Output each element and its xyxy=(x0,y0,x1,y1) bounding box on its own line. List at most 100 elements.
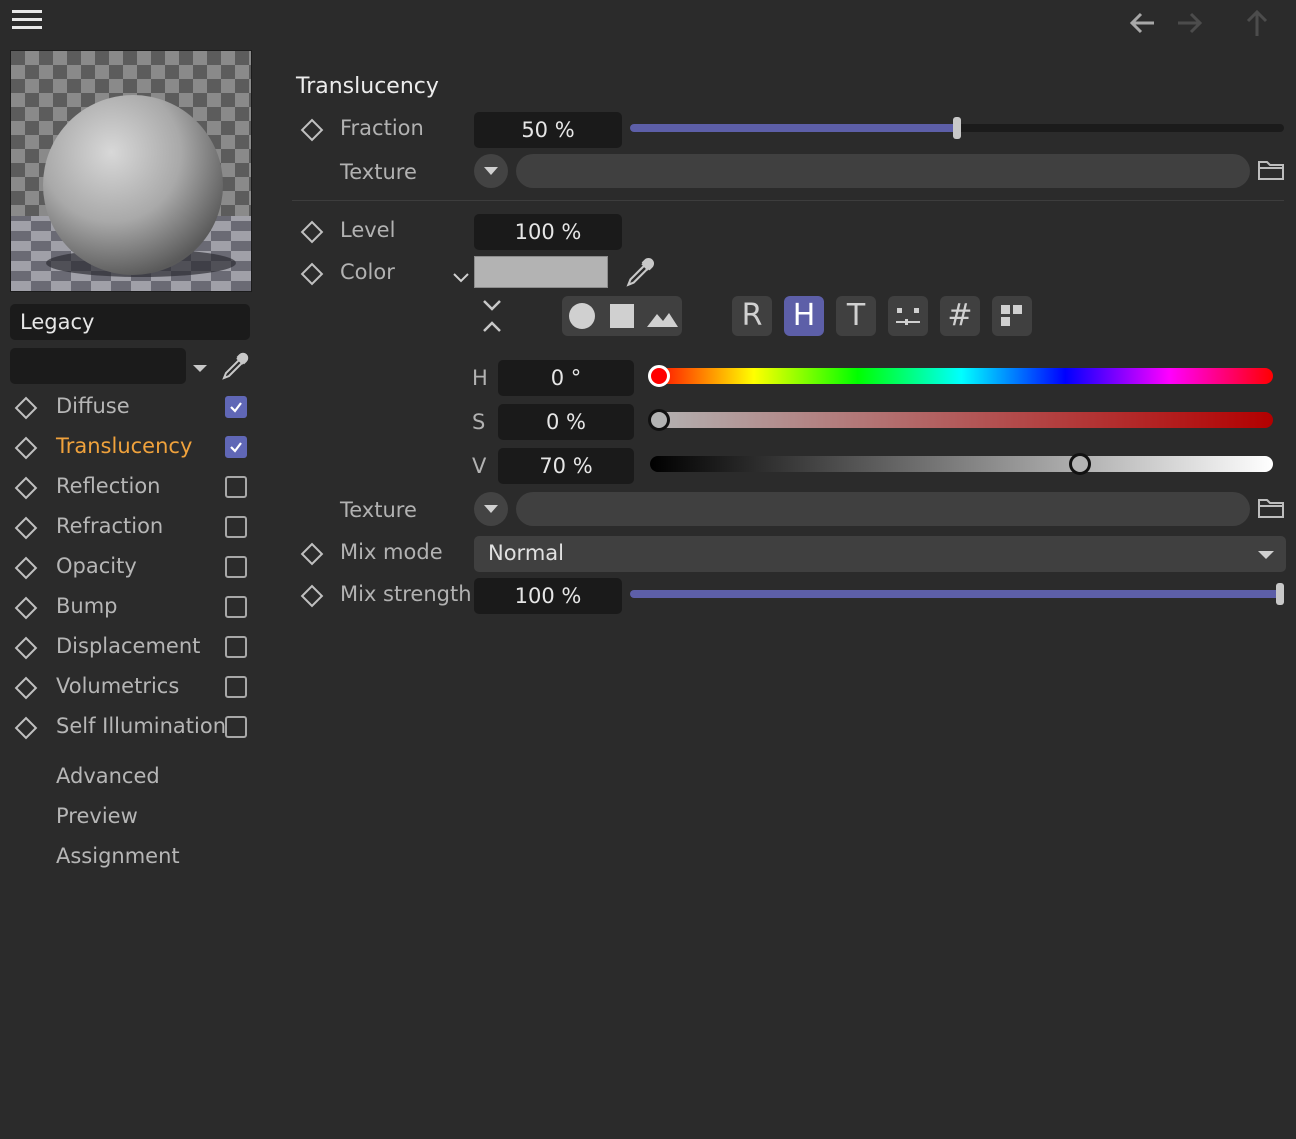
channel-displacement[interactable]: Displacement xyxy=(0,628,260,668)
hue-slider-knob[interactable] xyxy=(648,365,670,387)
collapse-icon[interactable] xyxy=(480,298,504,334)
channel-checkbox[interactable] xyxy=(225,516,247,538)
texture-label: Texture xyxy=(340,498,417,522)
saturation-label: S xyxy=(472,410,486,434)
arrow-up-icon[interactable] xyxy=(1240,6,1274,40)
channel-checkbox[interactable] xyxy=(225,596,247,618)
hue-slider[interactable] xyxy=(650,368,1273,384)
rgb-mode-button[interactable]: R xyxy=(732,296,772,336)
material-name-field[interactable] xyxy=(10,348,186,384)
texture-dropdown-button[interactable] xyxy=(474,492,508,526)
keyframe-diamond-icon[interactable] xyxy=(300,262,324,286)
channel-checkbox[interactable] xyxy=(225,636,247,658)
color-swatch[interactable] xyxy=(474,256,608,288)
channel-volumetrics[interactable]: Volumetrics xyxy=(0,668,260,708)
keyframe-diamond-icon[interactable] xyxy=(14,516,38,540)
value-input[interactable]: 70 % xyxy=(498,448,634,484)
chevron-down-icon xyxy=(484,167,498,175)
folder-icon[interactable] xyxy=(1257,158,1285,182)
channel-label: Displacement xyxy=(56,634,201,658)
channel-label: Translucency xyxy=(56,434,193,458)
mix-strength-slider-handle[interactable] xyxy=(1276,583,1284,605)
keyframe-diamond-icon[interactable] xyxy=(14,676,38,700)
divider xyxy=(292,200,1284,201)
hue-label: H xyxy=(472,366,488,390)
channel-reflection[interactable]: Reflection xyxy=(0,468,260,508)
channel-checkbox[interactable] xyxy=(225,396,247,418)
mix-mode-label: Mix mode xyxy=(340,540,443,564)
channel-checkbox[interactable] xyxy=(225,556,247,578)
value-slider[interactable] xyxy=(650,456,1273,472)
value-slider-knob[interactable] xyxy=(1069,453,1091,475)
saturation-input[interactable]: 0 % xyxy=(498,404,634,440)
circle-wheel-icon[interactable] xyxy=(562,296,602,336)
material-preview xyxy=(10,50,252,292)
texture-field[interactable] xyxy=(516,492,1250,526)
arrow-left-icon[interactable] xyxy=(1126,6,1160,40)
channel-label: Reflection xyxy=(56,474,161,498)
hue-input[interactable]: 0 ° xyxy=(498,360,634,396)
mix-mode-dropdown[interactable]: Normal xyxy=(474,536,1286,572)
keyframe-diamond-icon[interactable] xyxy=(14,436,38,460)
channel-checkbox[interactable] xyxy=(225,676,247,698)
temperature-mode-button[interactable]: T xyxy=(836,296,876,336)
channel-refraction[interactable]: Refraction xyxy=(0,508,260,548)
preset-field[interactable]: Legacy xyxy=(10,304,250,340)
saturation-slider[interactable] xyxy=(650,412,1273,428)
sidebar-item-preview[interactable]: Preview xyxy=(56,804,138,828)
level-label: Level xyxy=(340,218,396,242)
eyedropper-icon[interactable] xyxy=(622,254,658,290)
keyframe-diamond-icon[interactable] xyxy=(14,476,38,500)
eyedropper-icon[interactable] xyxy=(218,349,252,383)
section-title: Translucency xyxy=(296,74,439,99)
saturation-slider-knob[interactable] xyxy=(648,409,670,431)
keyframe-diamond-icon[interactable] xyxy=(14,596,38,620)
hex-mode-button[interactable]: # xyxy=(940,296,980,336)
hamburger-icon[interactable] xyxy=(12,10,42,34)
keyframe-diamond-icon[interactable] xyxy=(14,716,38,740)
channel-checkbox[interactable] xyxy=(225,716,247,738)
color-view-group xyxy=(562,296,682,336)
image-picker-icon[interactable] xyxy=(642,296,682,336)
swatches-icon[interactable] xyxy=(992,296,1032,336)
channel-translucency[interactable]: Translucency xyxy=(0,428,260,468)
channel-checkbox[interactable] xyxy=(225,436,247,458)
keyframe-diamond-icon[interactable] xyxy=(300,220,324,244)
channel-label: Refraction xyxy=(56,514,164,538)
fraction-input[interactable]: 50 % xyxy=(474,112,622,148)
keyframe-diamond-icon[interactable] xyxy=(300,542,324,566)
mixer-mode-icon[interactable] xyxy=(888,296,928,336)
level-input[interactable]: 100 % xyxy=(474,214,622,250)
keyframe-diamond-icon[interactable] xyxy=(14,636,38,660)
mix-mode-value: Normal xyxy=(488,541,564,565)
sidebar-item-advanced[interactable]: Advanced xyxy=(56,764,160,788)
chevron-down-icon xyxy=(484,505,498,513)
channel-label: Opacity xyxy=(56,554,137,578)
fraction-slider-handle[interactable] xyxy=(953,117,961,139)
keyframe-diamond-icon[interactable] xyxy=(14,396,38,420)
hsv-mode-button[interactable]: H xyxy=(784,296,824,336)
texture-dropdown-button[interactable] xyxy=(474,154,508,188)
color-expand-chevron-icon[interactable] xyxy=(452,266,470,283)
channel-self-illumination[interactable]: Self Illumination xyxy=(0,708,260,748)
texture-field[interactable] xyxy=(516,154,1250,188)
channel-diffuse[interactable]: Diffuse xyxy=(0,388,260,428)
keyframe-diamond-icon[interactable] xyxy=(14,556,38,580)
keyframe-diamond-icon[interactable] xyxy=(300,584,324,608)
channel-checkbox[interactable] xyxy=(225,476,247,498)
mix-strength-input[interactable]: 100 % xyxy=(474,578,622,614)
folder-icon[interactable] xyxy=(1257,496,1285,520)
chevron-down-icon[interactable] xyxy=(192,358,208,374)
square-spectrum-icon[interactable] xyxy=(602,296,642,336)
arrow-right-icon[interactable] xyxy=(1172,6,1206,40)
keyframe-diamond-icon[interactable] xyxy=(300,118,324,142)
mix-strength-label: Mix strength xyxy=(340,582,472,606)
channel-bump[interactable]: Bump xyxy=(0,588,260,628)
channel-label: Volumetrics xyxy=(56,674,180,698)
sidebar-item-assignment[interactable]: Assignment xyxy=(56,844,180,868)
mix-strength-slider-fill xyxy=(630,590,1284,598)
channel-label: Diffuse xyxy=(56,394,130,418)
texture-label: Texture xyxy=(340,160,417,184)
channel-label: Self Illumination xyxy=(56,714,227,738)
channel-opacity[interactable]: Opacity xyxy=(0,548,260,588)
